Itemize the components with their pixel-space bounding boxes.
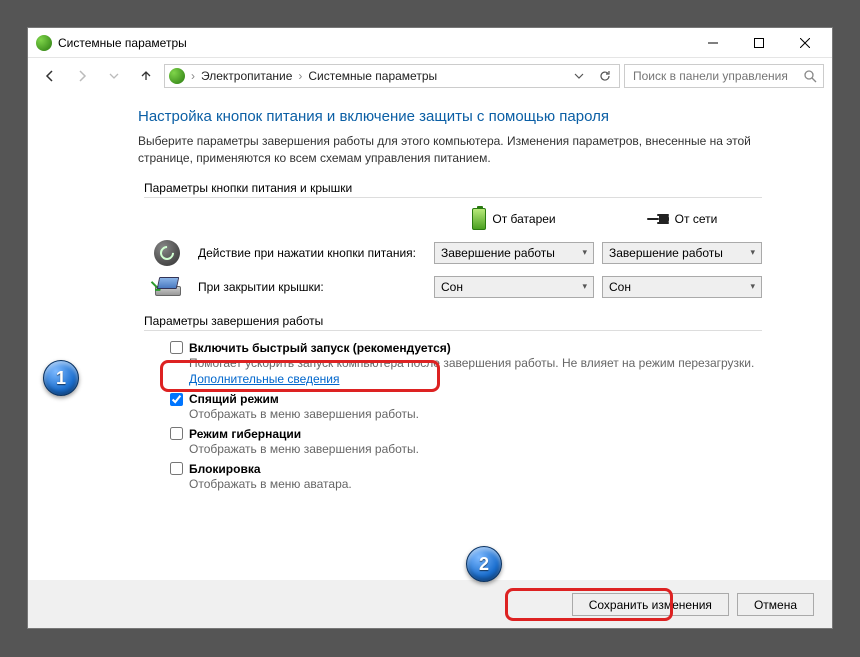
option-lock: Блокировка Отображать в меню аватара. bbox=[170, 462, 762, 493]
select-value: Завершение работы bbox=[441, 246, 555, 260]
close-button[interactable] bbox=[782, 28, 828, 58]
plug-icon bbox=[647, 212, 669, 226]
power-options-icon bbox=[36, 35, 52, 51]
fast-startup-checkbox[interactable] bbox=[170, 341, 183, 354]
column-label: От батареи bbox=[492, 212, 555, 226]
lid-plugged-select[interactable]: Сон ▾ bbox=[602, 276, 762, 298]
address-bar[interactable]: › Электропитание › Системные параметры bbox=[164, 64, 620, 88]
chevron-down-icon: ▾ bbox=[750, 247, 755, 258]
nav-recent-button[interactable] bbox=[100, 62, 128, 90]
window-title: Системные параметры bbox=[58, 36, 690, 50]
cancel-button[interactable]: Отмена bbox=[737, 593, 814, 616]
footer: Сохранить изменения Отмена bbox=[28, 580, 832, 628]
lid-close-label: При закрытии крышки: bbox=[198, 280, 426, 294]
lid-battery-select[interactable]: Сон ▾ bbox=[434, 276, 594, 298]
lid-row-icon: ↘ bbox=[144, 278, 190, 296]
settings-window: Системные параметры › Электропитание › bbox=[27, 27, 833, 629]
lock-label: Блокировка bbox=[189, 462, 261, 476]
option-sleep: Спящий режим Отображать в меню завершени… bbox=[170, 392, 762, 423]
nav-back-button[interactable] bbox=[36, 62, 64, 90]
chevron-down-icon: ▾ bbox=[582, 247, 587, 258]
column-on-battery: От батареи bbox=[434, 208, 594, 230]
section-shutdown: Параметры завершения работы bbox=[144, 314, 762, 331]
section-buttons-and-lid: Параметры кнопки питания и крышки bbox=[144, 181, 762, 198]
breadcrumb-item[interactable]: Системные параметры bbox=[308, 69, 437, 83]
lock-checkbox[interactable] bbox=[170, 462, 183, 475]
sleep-desc: Отображать в меню завершения работы. bbox=[189, 406, 762, 423]
chevron-down-icon: ▾ bbox=[750, 281, 755, 292]
titlebar: Системные параметры bbox=[28, 28, 832, 58]
power-button-battery-select[interactable]: Завершение работы ▾ bbox=[434, 242, 594, 264]
search-icon bbox=[804, 70, 817, 83]
minimize-button[interactable] bbox=[690, 28, 736, 58]
power-button-icon bbox=[154, 240, 180, 266]
hibernate-desc: Отображать в меню завершения работы. bbox=[189, 441, 762, 458]
column-plugged-in: От сети bbox=[602, 212, 762, 226]
fast-startup-label: Включить быстрый запуск (рекомендуется) bbox=[189, 341, 451, 355]
laptop-lid-icon: ↘ bbox=[153, 278, 181, 296]
power-options-icon bbox=[169, 68, 185, 84]
sleep-label: Спящий режим bbox=[189, 392, 279, 406]
more-info-link[interactable]: Дополнительные сведения bbox=[189, 372, 339, 386]
page-description: Выберите параметры завершения работы для… bbox=[138, 133, 762, 167]
battery-icon bbox=[472, 208, 486, 230]
nav-forward-button[interactable] bbox=[68, 62, 96, 90]
select-value: Завершение работы bbox=[609, 246, 723, 260]
power-button-plugged-select[interactable]: Завершение работы ▾ bbox=[602, 242, 762, 264]
power-button-row-icon bbox=[144, 240, 190, 266]
sleep-checkbox[interactable] bbox=[170, 393, 183, 406]
power-button-label: Действие при нажатии кнопки питания: bbox=[198, 246, 426, 260]
lock-desc: Отображать в меню аватара. bbox=[189, 476, 762, 493]
chevron-down-icon: ▾ bbox=[582, 281, 587, 292]
select-value: Сон bbox=[609, 280, 631, 294]
page-title: Настройка кнопок питания и включение защ… bbox=[138, 108, 762, 125]
content-area: Настройка кнопок питания и включение защ… bbox=[28, 94, 832, 580]
power-actions-grid: От батареи От сети Действие при нажатии … bbox=[144, 208, 762, 298]
annotation-badge-2: 2 bbox=[466, 546, 502, 582]
breadcrumb-item[interactable]: Электропитание bbox=[201, 69, 292, 83]
maximize-button[interactable] bbox=[736, 28, 782, 58]
option-hibernate: Режим гибернации Отображать в меню завер… bbox=[170, 427, 762, 458]
refresh-button[interactable] bbox=[595, 65, 615, 87]
navbar: › Электропитание › Системные параметры bbox=[28, 58, 832, 94]
hibernate-checkbox[interactable] bbox=[170, 427, 183, 440]
address-dropdown-button[interactable] bbox=[569, 65, 589, 87]
chevron-right-icon: › bbox=[298, 69, 302, 83]
column-label: От сети bbox=[675, 212, 718, 226]
annotation-badge-1: 1 bbox=[43, 360, 79, 396]
save-button[interactable]: Сохранить изменения bbox=[572, 593, 729, 616]
select-value: Сон bbox=[441, 280, 463, 294]
search-input[interactable] bbox=[631, 68, 804, 84]
chevron-right-icon: › bbox=[191, 69, 195, 83]
search-box[interactable] bbox=[624, 64, 824, 88]
option-fast-startup: Включить быстрый запуск (рекомендуется) … bbox=[170, 341, 762, 389]
fast-startup-desc: Помогает ускорить запуск компьютера посл… bbox=[189, 355, 762, 389]
nav-up-button[interactable] bbox=[132, 62, 160, 90]
hibernate-label: Режим гибернации bbox=[189, 427, 301, 441]
